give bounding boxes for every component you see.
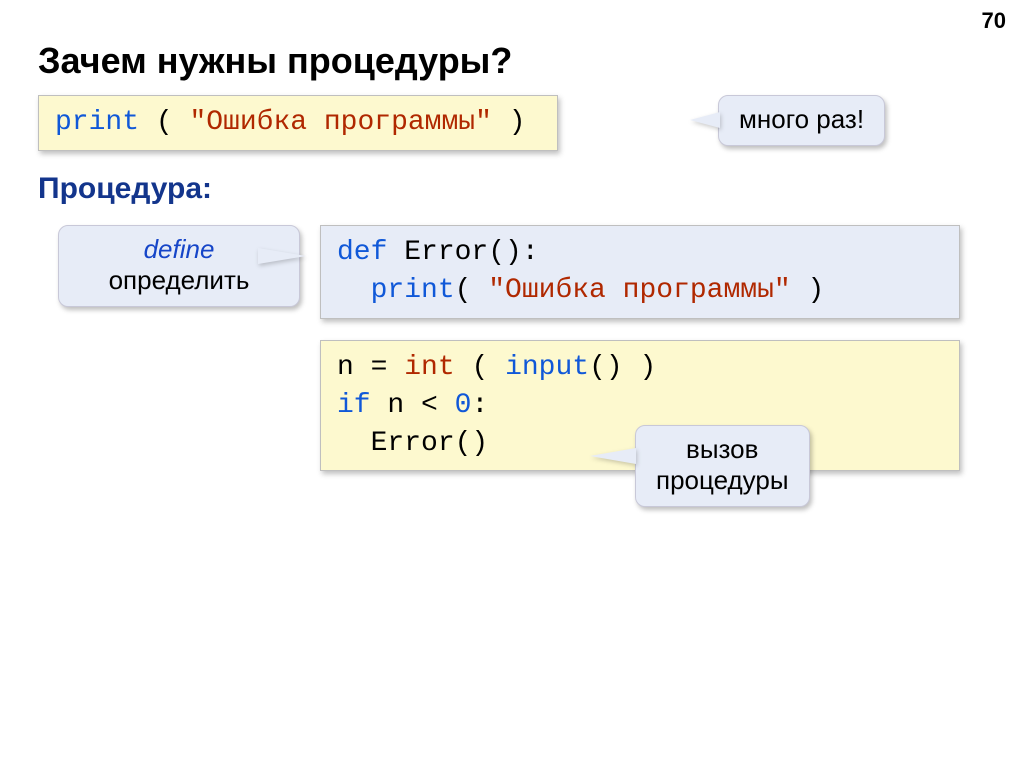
- token-p3c: () ): [589, 352, 656, 383]
- token-n-eq: n =: [337, 352, 404, 383]
- slide-title: Зачем нужны процедуры?: [38, 40, 512, 82]
- callout-many-pointer: [690, 112, 720, 128]
- token-paren: (: [139, 107, 189, 138]
- token-paren2c: ): [791, 275, 825, 306]
- callout-text: много раз!: [739, 104, 864, 135]
- callout-call-line2: процедуры: [656, 465, 789, 496]
- token-cond: n <: [371, 390, 455, 421]
- token-p3: (: [455, 352, 505, 383]
- callout-call-line1: вызов: [656, 434, 789, 465]
- callout-define-en: define: [79, 234, 279, 265]
- callout-many-times: много раз!: [718, 95, 885, 146]
- token-if: if: [337, 390, 371, 421]
- token-indent3: [337, 428, 371, 459]
- token-input: input: [505, 352, 589, 383]
- token-string: "Ошибка программы": [189, 107, 491, 138]
- callout-define-pointer: [258, 248, 306, 264]
- code-box-print-error: print ( "Ошибка программы" ): [38, 95, 558, 151]
- token-def: def: [337, 237, 387, 268]
- token-paren2: (: [455, 275, 489, 306]
- code-box-def-error: def Error(): print( "Ошибка программы" ): [320, 225, 960, 319]
- token-indent: [337, 275, 371, 306]
- token-print2: print: [371, 275, 455, 306]
- page-number: 70: [982, 8, 1006, 34]
- token-colon: :: [471, 390, 488, 421]
- slide: 70 Зачем нужны процедуры? print ( "Ошибк…: [0, 0, 1024, 767]
- token-int: int: [404, 352, 454, 383]
- callout-procedure-call: вызов процедуры: [635, 425, 810, 507]
- token-zero: 0: [455, 390, 472, 421]
- token-print: print: [55, 107, 139, 138]
- callout-define-ru: определить: [79, 265, 279, 296]
- token-string2: "Ошибка программы": [488, 275, 790, 306]
- subheading-procedure: Процедура:: [38, 172, 212, 206]
- callout-call-pointer: [590, 448, 636, 464]
- callout-define: define определить: [58, 225, 300, 307]
- token-paren-close: ): [492, 107, 526, 138]
- token-error-call: Error(): [371, 428, 489, 459]
- token-error-decl: Error():: [387, 237, 538, 268]
